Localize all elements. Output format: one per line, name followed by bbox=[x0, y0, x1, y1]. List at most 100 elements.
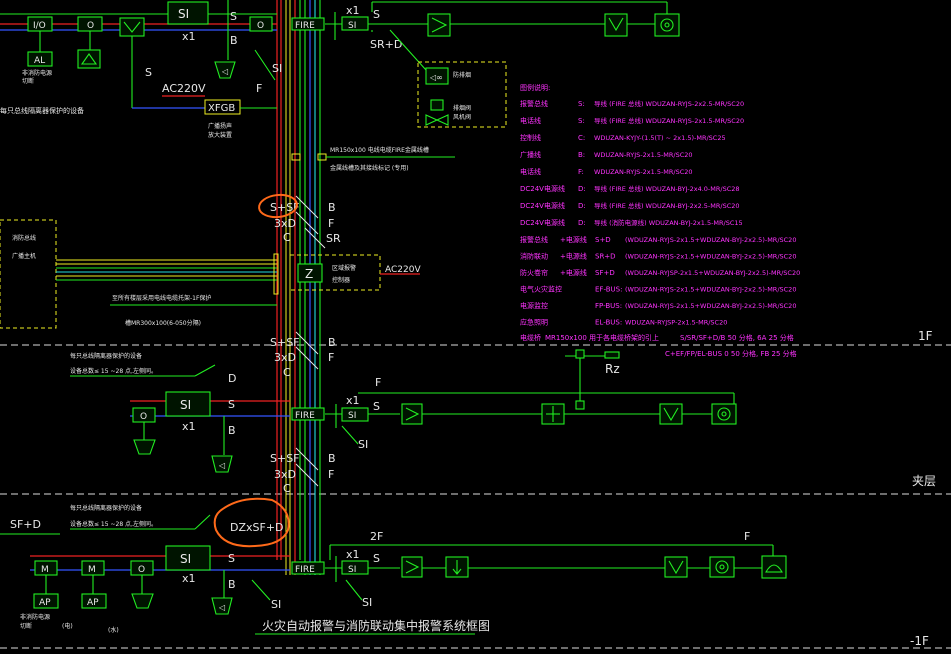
telephone-icon-b1 bbox=[761, 555, 787, 579]
floor-b1-section: SF+D 每只总线隔离器保护的设备 设备总数≤ 15 ~28 点,左侧同。 M … bbox=[0, 504, 787, 635]
svg-text:S: S bbox=[145, 66, 152, 79]
svg-text:O: O bbox=[257, 21, 264, 31]
floor-label-b1: -1F bbox=[910, 634, 929, 648]
legend-row-name: DC24V电源线 bbox=[520, 201, 565, 210]
svg-text:◁: ◁ bbox=[218, 603, 225, 612]
svg-text:S: S bbox=[373, 400, 380, 413]
legend-row-desc: 导线 (消防电源线) WDUZAN-BYJ-2x1.5-MR/SC15 bbox=[594, 218, 743, 227]
svg-text:FIRE: FIRE bbox=[295, 411, 315, 421]
svg-text:S+SF: S+SF bbox=[270, 336, 300, 349]
svg-text:控制器: 控制器 bbox=[332, 276, 350, 284]
legend2-row-desc: WDUZAN-RYJSP-2x1.5-MR/SC20 bbox=[625, 319, 727, 327]
alarm-sounder-icon-1f bbox=[711, 403, 737, 425]
svg-text:Rz: Rz bbox=[605, 362, 620, 376]
svg-text:M: M bbox=[88, 565, 96, 575]
svg-text:O: O bbox=[87, 21, 94, 31]
svg-text:S: S bbox=[228, 552, 235, 565]
speaker-icon-top bbox=[119, 17, 145, 37]
svg-text:B: B bbox=[228, 578, 236, 591]
svg-text:AP: AP bbox=[87, 598, 99, 608]
flow-switch-icon bbox=[77, 49, 101, 69]
diagram-title: 火灾自动报警与消防联动集中报警系统框图 bbox=[262, 618, 490, 633]
legend2-row-name: 消防联动 bbox=[520, 252, 548, 261]
svg-text:每只总线隔离器保护的设备: 每只总线隔离器保护的设备 bbox=[70, 352, 142, 360]
svg-text:FIRE: FIRE bbox=[295, 21, 315, 31]
svg-text:x1: x1 bbox=[182, 572, 196, 585]
svg-text:O: O bbox=[138, 565, 145, 575]
legend-row-desc: 导线 (FIRE 总线) WDUZAN-BYJ-2x2.5-MR/SC20 bbox=[594, 201, 740, 210]
svg-text:Z: Z bbox=[305, 267, 313, 281]
svg-text:2F: 2F bbox=[370, 530, 383, 543]
legend-row-desc: WDUZAN-KYJY-(1.5(T) ~ 2x1.5)-MR/SC25 bbox=[594, 134, 726, 142]
svg-text:切断: 切断 bbox=[20, 622, 32, 630]
svg-text:S+SF: S+SF bbox=[270, 452, 300, 465]
svg-text:金属线槽及其接线标记 (专用): 金属线槽及其接线标记 (专用) bbox=[330, 164, 409, 172]
svg-text:防排烟: 防排烟 bbox=[453, 71, 471, 79]
svg-text:SI: SI bbox=[358, 438, 368, 451]
legend2-row-code: EF-BUS: bbox=[595, 286, 622, 294]
svg-text:x1: x1 bbox=[346, 394, 360, 407]
svg-text:F: F bbox=[328, 351, 334, 364]
legend2-row-code: S+D bbox=[595, 236, 611, 244]
legend2-row-desc: (WDUZAN-RYJS-2x1.5+WDUZAN-BYJ-2x2.5)-MR/… bbox=[625, 302, 796, 310]
svg-text:区域报警: 区域报警 bbox=[332, 264, 356, 272]
svg-text:C: C bbox=[283, 231, 291, 244]
svg-text:图例说明:: 图例说明: bbox=[520, 83, 550, 92]
flow-switch-icon-b1 bbox=[131, 593, 154, 609]
svg-text:F: F bbox=[256, 82, 262, 95]
svg-text:C+EF/FP/EL-BUS 0 50 分格, FB 2: C+EF/FP/EL-BUS 0 50 分格, FB 25 分格 bbox=[665, 349, 797, 358]
legend2-row-name: 电气火灾监控 bbox=[520, 285, 562, 294]
svg-text:F: F bbox=[375, 376, 381, 389]
legend-row-name: 报警总线 bbox=[520, 99, 548, 108]
svg-text:O: O bbox=[140, 412, 147, 422]
legend-row-code: D: bbox=[578, 219, 586, 227]
legend-row-code: D: bbox=[578, 202, 586, 210]
speaker-icon-top-right bbox=[604, 13, 628, 37]
valve-icon bbox=[430, 99, 444, 111]
legend-row-code: F: bbox=[578, 168, 584, 176]
legend-row-name: 控制线 bbox=[520, 133, 541, 142]
legend-row-desc: WDUZAN-RYJS-2x1.5-MR/SC20 bbox=[594, 168, 693, 176]
svg-text:SI: SI bbox=[180, 398, 191, 412]
legend2-row-tag: +电源线 bbox=[560, 268, 587, 277]
legend-row-code: S: bbox=[578, 117, 585, 125]
svg-text:◁∞: ◁∞ bbox=[429, 73, 443, 82]
svg-text:B: B bbox=[328, 201, 336, 214]
svg-text:SI: SI bbox=[348, 21, 356, 31]
svg-text:M: M bbox=[41, 565, 49, 575]
svg-text:MR150x100 电线电缆FIRE金属线槽: MR150x100 电线电缆FIRE金属线槽 bbox=[330, 146, 429, 154]
svg-text:放大装置: 放大装置 bbox=[208, 131, 232, 139]
svg-text:槽MR300x100(6-050分隔): 槽MR300x100(6-050分隔) bbox=[125, 319, 201, 327]
svg-text:设备总数≤ 15 ~28 点,左侧同。: 设备总数≤ 15 ~28 点,左侧同。 bbox=[70, 367, 157, 375]
svg-text:SI: SI bbox=[180, 552, 191, 566]
svg-text:F: F bbox=[744, 530, 750, 543]
legend2-row-name: 应急照明 bbox=[520, 318, 548, 327]
svg-text:F: F bbox=[328, 468, 334, 481]
flow-switch-icon-1f bbox=[133, 439, 156, 455]
legend-row-name: DC24V电源线 bbox=[520, 218, 565, 227]
svg-text:电缆桥: 电缆桥 bbox=[520, 333, 541, 342]
svg-text:x1: x1 bbox=[182, 30, 196, 43]
legend-row-code: D: bbox=[578, 185, 586, 193]
svg-text:◁: ◁ bbox=[221, 67, 228, 76]
legend2-row-desc: (WDUZAN-RYJS-2x1.5+WDUZAN-BYJ-2x2.5)-MR/… bbox=[625, 286, 796, 294]
svg-text:非消防电源: 非消防电源 bbox=[20, 613, 50, 621]
svg-text:x1: x1 bbox=[346, 548, 360, 561]
svg-text:(电): (电) bbox=[62, 622, 73, 630]
middle-section: 消防总线 广播主机 至所有楼层采用电线电缆托架-1F保护 槽MR300x100(… bbox=[0, 195, 421, 329]
svg-text:非消防电源: 非消防电源 bbox=[22, 69, 52, 77]
legend-row-code: C: bbox=[578, 134, 585, 142]
svg-text:风机阀: 风机阀 bbox=[453, 113, 471, 121]
svg-text:SI: SI bbox=[348, 411, 356, 421]
svg-text:XFGB: XFGB bbox=[208, 103, 235, 114]
svg-text:消防总线: 消防总线 bbox=[12, 234, 36, 242]
svg-text:MR150x100 用于各电缆桥架的引上: MR150x100 用于各电缆桥架的引上 bbox=[545, 333, 659, 342]
svg-text:D: D bbox=[228, 372, 236, 385]
legend2-row-code: FP-BUS: bbox=[595, 302, 622, 310]
legend2-row-desc: (WDUZAN-RYJSP-2x1.5+WDUZAN-BYJ-2x2.5)-MR… bbox=[625, 269, 800, 277]
svg-text:C: C bbox=[283, 482, 291, 495]
svg-text:SI: SI bbox=[362, 596, 372, 609]
alarm-sounder-icon-top bbox=[654, 13, 680, 37]
svg-text:SI: SI bbox=[271, 598, 281, 611]
legend-rows: 报警总线 S: 导线 (FIRE 总线) WDUZAN-RYJS-2x2.5-MR/… bbox=[520, 99, 744, 227]
